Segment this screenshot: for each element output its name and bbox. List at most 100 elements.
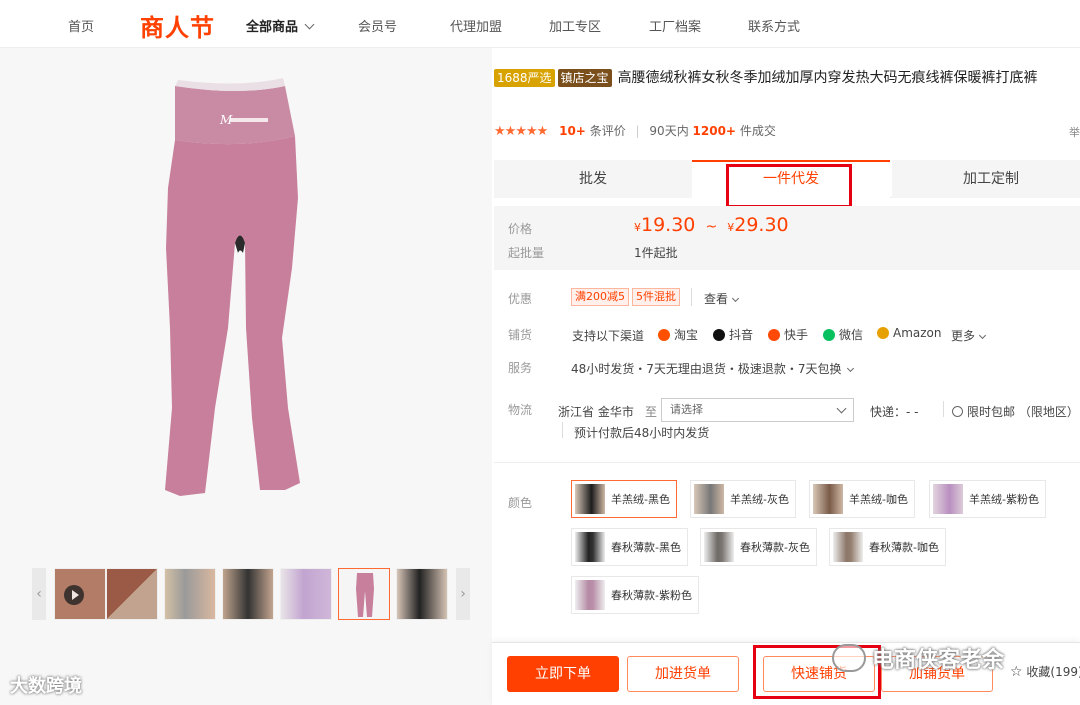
color-swatch bbox=[813, 484, 843, 514]
color-option[interactable]: 羊羔绒-灰色 bbox=[690, 480, 796, 518]
chevron-down-icon bbox=[304, 19, 315, 30]
view-promo-link[interactable]: 查看 bbox=[704, 290, 740, 307]
favorite-label: 收藏(199) bbox=[1026, 665, 1080, 679]
divider bbox=[494, 462, 1080, 463]
price-tilde: ~ bbox=[705, 219, 718, 235]
nav-factory[interactable]: 工厂档案 bbox=[649, 16, 701, 35]
express-fee: 快递：- - bbox=[870, 405, 919, 419]
channel-kuaishou[interactable]: 快手 bbox=[768, 326, 808, 343]
color-swatch bbox=[575, 484, 605, 514]
nav-all-products-label: 全部商品 bbox=[246, 20, 299, 35]
thumbnail[interactable] bbox=[396, 568, 448, 620]
report-link[interactable]: 举 bbox=[1069, 124, 1080, 140]
price-high: 29.30 bbox=[734, 214, 789, 236]
product-title: 高腰德绒秋裤女秋冬季加绒加厚内穿发热大码无痕线裤保暖裤打底裤 bbox=[617, 70, 1038, 86]
color-option-label: 春秋薄款-紫粉色 bbox=[611, 589, 692, 602]
watermark-right-text: 电商侠客老余 bbox=[872, 648, 1005, 673]
distribution-label: 铺货 bbox=[508, 328, 533, 342]
service-info[interactable]: 48小时发货・7天无理由退货・极速退款・7天包换 bbox=[571, 360, 854, 377]
color-label: 颜色 bbox=[508, 496, 533, 510]
channels-prefix: 支持以下渠道 bbox=[572, 329, 645, 343]
review-count[interactable]: 10+ bbox=[559, 124, 586, 138]
color-option-label: 羊羔绒-紫粉色 bbox=[969, 493, 1039, 506]
add-to-cart-button[interactable]: 加进货单 bbox=[627, 656, 739, 692]
color-option[interactable]: 羊羔绒-紫粉色 bbox=[929, 480, 1046, 518]
channel-name: 淘宝 bbox=[674, 328, 699, 342]
channel-wechat[interactable]: 微信 bbox=[823, 326, 863, 343]
nav-processing[interactable]: 加工专区 bbox=[549, 16, 601, 35]
douyin-icon bbox=[713, 328, 725, 341]
color-swatch bbox=[704, 532, 734, 562]
color-option[interactable]: 春秋薄款-紫粉色 bbox=[571, 576, 699, 614]
ship-origin: 浙江省 金华市 bbox=[558, 405, 634, 419]
thumbnail[interactable] bbox=[222, 568, 274, 620]
days-label: 90天内 bbox=[649, 124, 689, 138]
rating-row: ★★★★★ 10+ 条评价 | 90天内 1200+ 件成交 bbox=[494, 122, 776, 139]
nav-all-products[interactable]: 全部商品 bbox=[246, 16, 315, 35]
brand-logo[interactable]: 商人节 bbox=[140, 8, 215, 43]
destination-select[interactable]: 请选择 bbox=[661, 398, 854, 422]
tab-wholesale[interactable]: 批发 bbox=[494, 160, 692, 198]
color-option-selected[interactable]: 羊羔绒-黑色 bbox=[571, 480, 677, 518]
thumb-prev-arrow[interactable]: ‹ bbox=[32, 568, 46, 620]
chevron-down-icon bbox=[978, 331, 987, 340]
price-label: 价格 bbox=[508, 222, 533, 236]
thumb-next-arrow[interactable]: › bbox=[456, 568, 470, 620]
thumbnail-strip: ‹ › bbox=[32, 568, 470, 620]
color-option[interactable]: 春秋薄款-咖色 bbox=[829, 528, 946, 566]
pants-thumb-icon bbox=[356, 573, 374, 617]
wechat-icon bbox=[823, 328, 835, 341]
channel-amazon[interactable]: Amazon bbox=[877, 326, 942, 340]
color-option[interactable]: 羊羔绒-咖色 bbox=[809, 480, 915, 518]
thumbnail[interactable] bbox=[164, 568, 216, 620]
channel-taobao[interactable]: 淘宝 bbox=[658, 326, 698, 343]
ship-to-label: 至 bbox=[645, 405, 658, 419]
price-low: 19.30 bbox=[641, 214, 696, 236]
favorite-button[interactable]: ☆ 收藏(199) bbox=[1010, 663, 1080, 680]
buy-now-button[interactable]: 立即下单 bbox=[507, 656, 619, 692]
color-option-label: 羊羔绒-灰色 bbox=[730, 493, 789, 506]
coupon-badge[interactable]: 满200减5 bbox=[571, 288, 629, 306]
thumbnail-active[interactable] bbox=[338, 568, 390, 620]
amazon-icon bbox=[877, 327, 889, 339]
channel-name: 抖音 bbox=[729, 328, 754, 342]
chevron-down-icon bbox=[836, 403, 847, 414]
view-promo-label: 查看 bbox=[704, 292, 729, 306]
channel-douyin[interactable]: 抖音 bbox=[713, 326, 753, 343]
channel-name: 快手 bbox=[784, 328, 809, 342]
color-swatch bbox=[575, 580, 605, 610]
divider bbox=[691, 288, 692, 306]
color-option[interactable]: 春秋薄款-黑色 bbox=[571, 528, 688, 566]
thumbnail[interactable] bbox=[280, 568, 332, 620]
product-gallery: M ‹ › bbox=[0, 48, 492, 705]
highlight-box-dropship bbox=[726, 164, 852, 208]
watermark-left: 大数跨境 bbox=[10, 676, 82, 697]
nav-contact[interactable]: 联系方式 bbox=[748, 16, 800, 35]
review-label: 条评价 bbox=[589, 124, 626, 138]
top-navigation: 首页 商人节 全部商品 会员号 代理加盟 加工专区 工厂档案 联系方式 bbox=[0, 0, 1080, 48]
nav-agent[interactable]: 代理加盟 bbox=[450, 16, 502, 35]
tab-custom[interactable]: 加工定制 bbox=[892, 160, 1080, 198]
color-option[interactable]: 春秋薄款-灰色 bbox=[700, 528, 817, 566]
currency-symbol: ¥ bbox=[634, 221, 641, 234]
more-channels-link[interactable]: 更多 bbox=[951, 327, 987, 344]
divider bbox=[562, 422, 563, 438]
moq-label: 起批量 bbox=[508, 246, 545, 260]
thumbnail[interactable] bbox=[106, 568, 158, 620]
color-swatch bbox=[575, 532, 605, 562]
divider bbox=[943, 401, 944, 417]
nav-home[interactable]: 首页 bbox=[68, 16, 94, 35]
promo-label: 优惠 bbox=[508, 292, 533, 306]
divider: | bbox=[635, 124, 640, 138]
free-shipping[interactable]: 限时包邮 （限地区） bbox=[952, 403, 1079, 420]
main-product-image[interactable]: M bbox=[120, 78, 360, 498]
color-swatch bbox=[933, 484, 963, 514]
thumbnail-video[interactable] bbox=[54, 568, 106, 620]
chevron-down-icon bbox=[731, 294, 740, 303]
deal-label: 件成交 bbox=[739, 124, 776, 138]
mixed-batch-badge[interactable]: 5件混批 bbox=[632, 288, 680, 306]
service-text: 48小时发货・7天无理由退货・极速退款・7天包换 bbox=[571, 362, 842, 376]
product-title-block: 1688严选 镇店之宝 高腰德绒秋裤女秋冬季加绒加厚内穿发热大码无痕线裤保暖裤打底裤 bbox=[494, 66, 1074, 90]
nav-member[interactable]: 会员号 bbox=[358, 16, 397, 35]
service-label: 服务 bbox=[508, 361, 533, 375]
